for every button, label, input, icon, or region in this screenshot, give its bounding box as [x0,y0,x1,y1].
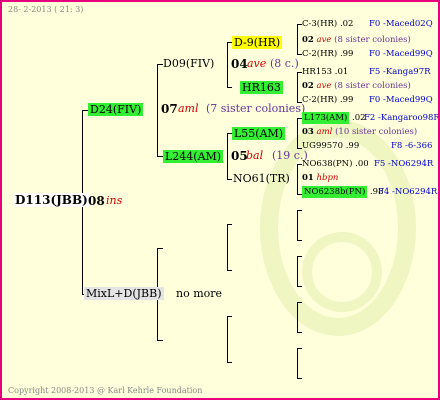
gen3-queen-l244[interactable]: L244(AM) [163,150,224,163]
d09-note: ave [247,57,267,70]
connector [297,256,302,257]
connector [297,72,298,102]
sire-sisters[interactable]: (7 sister colonies) [206,103,305,114]
hr163-year: 02 [302,81,314,91]
root-note: ins [106,194,123,207]
gen5-name[interactable]: NO638(PN) [302,159,352,169]
gen4-queen-d9[interactable]: D-9(HR) [232,36,283,49]
d9-year: 02 [302,35,314,45]
connector [227,224,232,225]
d09-sisters[interactable]: (8 c.) [270,58,299,69]
root-queen[interactable]: D113(JBB) [13,193,90,207]
connector [297,210,298,240]
gen5-name[interactable]: C-2(HR) [302,95,337,105]
connector [157,340,163,341]
connector [297,378,302,379]
gen4-queen-l55[interactable]: L55(AM) [232,127,286,140]
gen5-pedigree[interactable]: F8 -6-366 [391,142,432,151]
gen3-queen-d09[interactable]: D09(FIV) [163,58,214,69]
connector [297,210,302,211]
gen5-pedigree[interactable]: F0 -Maced99Q [369,96,433,105]
connector [227,224,228,270]
gen5-pedigree[interactable]: F5 -Kanga97R [369,68,431,77]
l244-note: bal [246,149,264,162]
gen5-name[interactable]: HR153 [302,67,332,77]
connector [227,179,232,180]
l55-note: aml [316,127,333,137]
l55-sisters[interactable]: (10 sister colonies) [335,127,417,137]
connector [297,302,298,332]
connector [297,348,302,349]
connector [227,270,232,271]
gen5-pedigree[interactable]: F4 -NO6294R [378,188,437,197]
connector [297,164,298,194]
sire-queen[interactable]: D24(FIV) [88,103,144,116]
connector [297,348,298,378]
gen5-name[interactable]: C-2(HR) [302,49,337,59]
no61-year: 01 [302,173,314,183]
root-year: 08 [88,194,105,208]
no61-note: hbpn [316,173,339,183]
sire-note: aml [178,102,199,115]
connector [227,42,228,87]
gen5-name[interactable]: UG99570 [302,141,343,151]
connector [157,248,163,249]
gen5-pedigree[interactable]: F2 -Kangaroo98R [364,114,438,123]
connector [297,302,302,303]
copyright: Copyright 2008-2013 @ Karl Kehrle Founda… [8,386,203,395]
hr163-sisters[interactable]: (8 sister colonies) [334,81,411,91]
pedigree-frame: 28- 2-2013 ( 21: 3) D113(JBB) 08 ins D24… [0,0,440,400]
connector [297,332,302,333]
connector [227,362,232,363]
gen5-name[interactable]: NO6238b(PN) [302,186,368,198]
header-date: 28- 2-2013 ( 21: 3) [8,5,84,14]
connector [227,316,228,362]
l55-year: 03 [302,127,314,137]
gen5-pedigree[interactable]: F0 -Maced99Q [369,50,433,59]
d9-sisters[interactable]: (8 sister colonies) [334,35,411,45]
d9-note: ave [316,35,332,45]
connector [227,133,228,179]
sire-year: 07 [161,102,178,116]
connector [297,24,298,54]
gen4-queen-no61[interactable]: NO61(TR) [233,173,290,184]
gen4-queen-hr163[interactable]: HR163 [240,81,283,94]
dam-line-note: no more [176,287,223,300]
connector [297,286,302,287]
connector [227,316,232,317]
connector [297,240,302,241]
sire-connector [157,64,158,156]
gen5-name[interactable]: C-3(HR) [302,19,337,29]
connector [297,118,298,148]
gen5-pedigree[interactable]: F0 -Maced02Q [369,20,433,29]
hr163-note: ave [316,81,332,91]
d09-year: 04 [231,57,248,71]
connector [227,87,232,88]
gen5-pedigree[interactable]: F5 -NO6294R [374,160,433,169]
connector [297,256,298,286]
watermark [302,232,382,312]
gen5-name[interactable]: L173(AM) [302,112,350,124]
dam-line[interactable]: MixL+D(JBB) [84,287,164,300]
